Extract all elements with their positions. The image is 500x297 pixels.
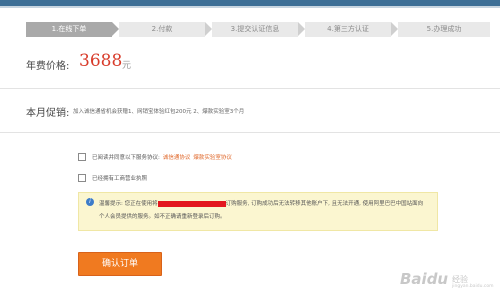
top-header-shadow [0,6,500,8]
redacted-account-name [157,200,226,207]
notice-prefix: 温馨提示: 您正在使用将 [99,201,158,207]
info-icon: i [86,198,94,206]
agreement-checkbox[interactable] [78,153,86,161]
warm-tip-notice: i 温馨提示: 您正在使用将 订购服务, 订购成功后无法转移其他账户下, 且无法开… [78,192,438,231]
agreement-row: 已阅读并同意以下服务协议: 诚信通协议 爆款实验室协议 [78,153,232,161]
step-label: 3.提交认证信息 [230,25,280,33]
step-label: 4.第三方认证 [327,25,369,33]
baokuan-lab-agreement-link[interactable]: 爆款实验室协议 [193,155,232,161]
watermark-logo: Baidu [400,270,449,288]
divider [0,132,500,133]
monthly-promo-text: 加入诚信通省机会获赠1、网销宝体验红包200元 2、爆款实验室3个月 [73,109,245,115]
step-arrow [205,22,212,36]
step-label: 5.办理成功 [426,25,462,33]
baidu-jingyan-watermark: Baidu 经验 jingyan.baidu.com [392,268,494,294]
step-arrow [112,22,119,36]
chengxintong-agreement-link[interactable]: 诚信通协议 [163,155,191,161]
step-arrow [391,22,398,36]
monthly-promo-label: 本月促销: [26,108,70,119]
order-progress-steps: 1.在线下单 2.付款 3.提交认证信息 4.第三方认证 5.办理成功 [26,22,490,37]
annual-fee-value: 3688 [79,51,123,71]
agreement-text: 已阅读并同意以下服务协议: [92,155,160,161]
step-4-third-party-verification: 4.第三方认证 [305,22,391,37]
annual-fee-label: 年费价格: [26,61,70,72]
step-2-payment: 2.付款 [119,22,205,37]
confirm-order-button[interactable]: 确认订单 [78,252,162,276]
annual-fee-unit: 元 [122,61,132,71]
notice-suffix: 订购服务, 订购成功后无法转移其他账户下, 且无法开通, 使用阿里巴巴中国站面向 [225,201,424,207]
step-label: 1.在线下单 [51,25,87,33]
business-license-row: 已经拥有工商营业执照 [78,174,147,182]
notice-line-2: 个人会员提供的服务。如不正确请重新登录后订购。 [99,214,226,220]
notice-line-1: 温馨提示: 您正在使用将 订购服务, 订购成功后无法转移其他账户下, 且无法开通,… [99,199,423,207]
business-license-text: 已经拥有工商营业执照 [92,176,148,182]
step-label: 2.付款 [151,25,173,33]
step-5-done: 5.办理成功 [398,22,490,37]
step-3-submit-verification: 3.提交认证信息 [212,22,298,37]
step-1-online-order: 1.在线下单 [26,22,112,37]
business-license-checkbox[interactable] [78,174,86,182]
divider [0,88,500,89]
step-arrow [298,22,305,36]
watermark-url: jingyan.baidu.com [452,284,494,289]
